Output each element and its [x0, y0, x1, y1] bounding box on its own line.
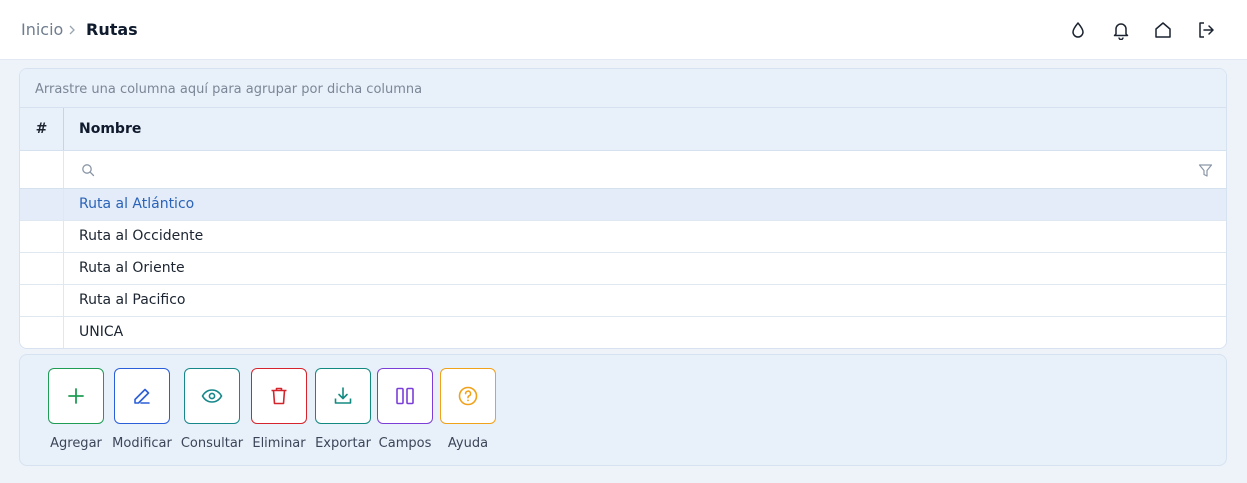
- top-bar: Inicio Rutas: [0, 0, 1247, 60]
- button-label: Modificar: [112, 436, 172, 451]
- pencil-icon: [114, 368, 170, 424]
- plus-icon: [48, 368, 104, 424]
- routes-grid: Arrastre una columna aquí para agrupar p…: [19, 68, 1227, 349]
- group-panel[interactable]: Arrastre una columna aquí para agrupar p…: [20, 69, 1226, 108]
- search-input[interactable]: [100, 156, 1190, 184]
- row-index-cell: [20, 253, 64, 284]
- row-index-cell: [20, 317, 64, 348]
- search-icon: [82, 164, 95, 177]
- table-row[interactable]: Ruta al Occidente: [20, 221, 1226, 253]
- column-header-name[interactable]: Nombre: [79, 121, 141, 137]
- table-row[interactable]: UNICA: [20, 317, 1226, 348]
- page-title: Rutas: [86, 20, 138, 39]
- ayuda-button[interactable]: Ayuda: [428, 368, 508, 458]
- help-icon: [440, 368, 496, 424]
- column-header-index: #: [20, 108, 64, 150]
- row-index-cell: [20, 221, 64, 252]
- table-row[interactable]: Ruta al Pacifico: [20, 285, 1226, 317]
- action-toolbar: Agregar Modificar Consultar Eliminar Exporta…: [19, 354, 1227, 466]
- cell-name: UNICA: [79, 324, 124, 340]
- grid-body: Ruta al Atlántico Ruta al Occidente Ruta a…: [20, 189, 1226, 348]
- filter-icon[interactable]: [1198, 163, 1213, 178]
- logout-icon[interactable]: [1195, 19, 1217, 41]
- chevron-right-icon: [69, 25, 75, 35]
- home-icon[interactable]: [1152, 19, 1174, 41]
- breadcrumb-home[interactable]: Inicio: [21, 20, 63, 39]
- filter-row: [20, 151, 1226, 189]
- row-index-cell: [20, 285, 64, 316]
- bell-icon[interactable]: [1110, 19, 1132, 41]
- header-row: # Nombre: [20, 108, 1226, 151]
- cell-name: Ruta al Occidente: [79, 228, 204, 244]
- filter-row-index-cell: [20, 151, 64, 188]
- button-label: Ayuda: [447, 436, 489, 451]
- cell-name: Ruta al Pacifico: [79, 292, 186, 308]
- cell-name: Ruta al Oriente: [79, 260, 185, 276]
- modificar-button[interactable]: Modificar: [102, 368, 182, 458]
- group-hint: Arrastre una columna aquí para agrupar p…: [35, 82, 423, 97]
- row-index-cell: [20, 189, 64, 220]
- drop-icon[interactable]: [1067, 19, 1089, 41]
- table-row[interactable]: Ruta al Atlántico: [20, 189, 1226, 221]
- cell-name: Ruta al Atlántico: [79, 196, 195, 212]
- trash-icon: [251, 368, 307, 424]
- columns-icon: [377, 368, 433, 424]
- eye-icon: [184, 368, 240, 424]
- download-icon: [315, 368, 371, 424]
- table-row[interactable]: Ruta al Oriente: [20, 253, 1226, 285]
